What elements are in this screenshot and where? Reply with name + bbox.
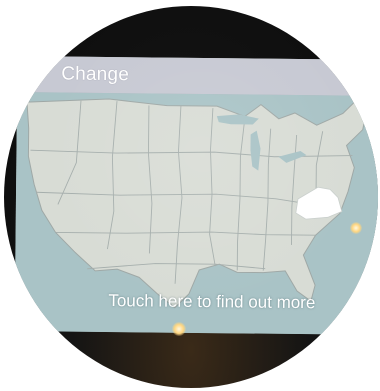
kiosk-screen: Change Touch here to find out more [14, 56, 378, 335]
glare-dot [350, 222, 362, 234]
header-bar[interactable]: Change [17, 56, 378, 97]
glare-dot [172, 322, 186, 336]
find-out-more-button[interactable]: Touch here to find out more [87, 291, 337, 314]
camera-vignette: Change Touch here to find out more [4, 6, 378, 388]
change-header-title[interactable]: Change [61, 64, 129, 87]
